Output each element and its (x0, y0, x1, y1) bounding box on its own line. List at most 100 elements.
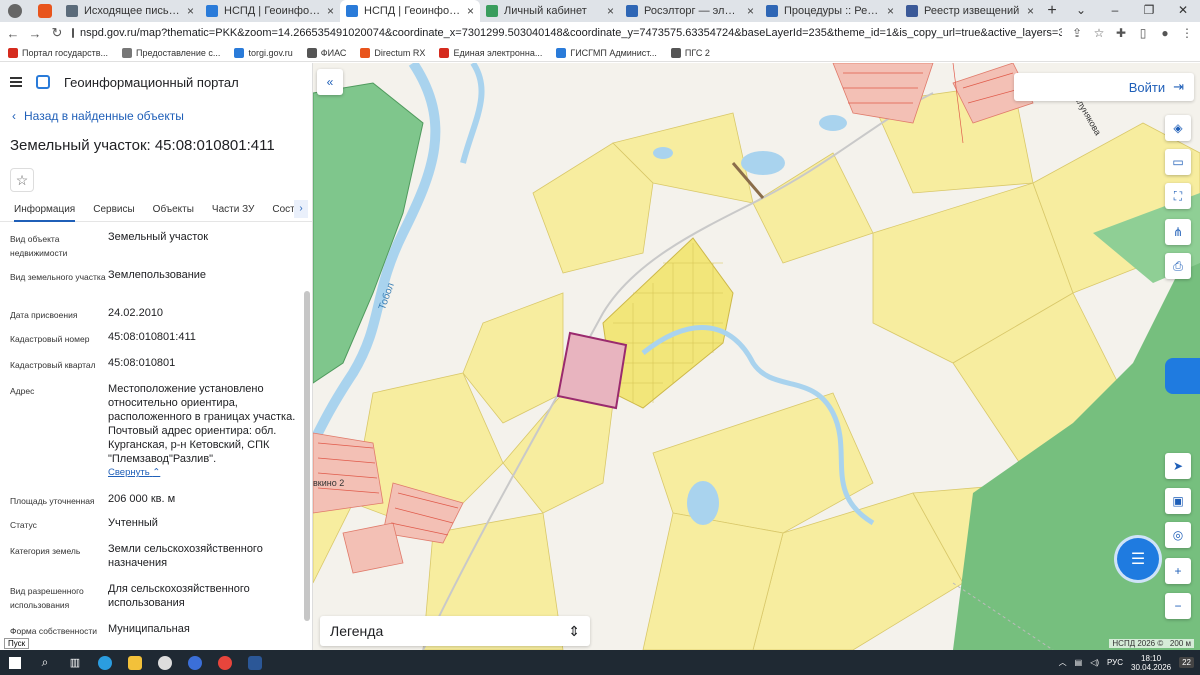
tab-pinned-icon[interactable] (30, 0, 60, 22)
forward-icon[interactable]: → (28, 26, 42, 41)
windows-start-button[interactable] (0, 650, 30, 675)
back-to-results-link[interactable]: ‹ Назад в найденные объекты (0, 101, 312, 131)
info-tab[interactable]: Объекты (153, 204, 194, 221)
browser-tab[interactable]: Росэлторг — электронная то × (620, 0, 760, 22)
share-icon[interactable]: ⇪ (1070, 26, 1084, 40)
info-tab[interactable]: Информация (14, 204, 76, 222)
share-map-button[interactable]: ⋔ (1165, 219, 1191, 245)
layers-button[interactable]: ◈ (1165, 115, 1191, 141)
browser-tab[interactable]: Реестр извещений × (900, 0, 1040, 22)
attribute-label: Вид разрешенного использования (10, 586, 84, 610)
new-tab-button[interactable]: + (1040, 0, 1064, 22)
attribute-value-text: 206 000 кв. м (108, 493, 176, 505)
yandex-button[interactable] (180, 650, 210, 675)
basemap-icon: ▣ (1172, 494, 1184, 508)
word-button[interactable] (240, 650, 270, 675)
bookmark-favicon (8, 47, 18, 58)
bookmark-item[interactable]: Портал государств... (8, 47, 108, 58)
ruler-button[interactable]: ▭ (1165, 149, 1191, 175)
browser-tab[interactable]: Исходящее письмо для ФАС × (60, 0, 200, 22)
chat-button[interactable]: ☰ (1117, 538, 1159, 580)
geolocation-button[interactable]: ◎ (1165, 522, 1191, 548)
favorite-star-icon[interactable]: ☆ (10, 168, 34, 192)
attribute-value: Местоположение установлено относительно … (108, 382, 312, 492)
browser-menu-icon[interactable]: ⋮ (1180, 26, 1194, 40)
app-button[interactable] (150, 650, 180, 675)
attribute-value-text: Земли сельскохозяйственного назначения (108, 543, 263, 569)
attribute-value: 45:08:010801 (108, 356, 312, 382)
info-tab[interactable]: Части ЗУ (212, 204, 254, 221)
profile-icon[interactable]: ● (1158, 26, 1172, 40)
close-tab-icon[interactable]: × (747, 4, 754, 18)
bookmark-item[interactable]: ФИАС (306, 47, 346, 58)
chrome-button[interactable] (210, 650, 240, 675)
close-tab-icon[interactable]: × (187, 4, 194, 18)
notifications-badge[interactable]: 22 (1179, 657, 1194, 668)
sidebar-icon[interactable]: ▯ (1136, 26, 1150, 40)
volume-icon[interactable]: ◁) (1090, 658, 1099, 667)
bookmark-favicon (122, 47, 133, 58)
reload-icon[interactable]: ↻ (50, 25, 64, 41)
login-button[interactable]: Войти ⇥ (1014, 73, 1194, 101)
zoom-out-button[interactable]: − (1165, 593, 1191, 619)
map-canvas (313, 63, 1200, 650)
attribute-value: Землепользование (108, 268, 312, 306)
collapse-link[interactable]: Свернуть ⌃ (108, 466, 296, 480)
locate-button[interactable]: ➤ (1165, 453, 1191, 479)
taskbar: ⌕ ▥ ︿ ▤ ◁) РУС 18:10 30.04.2026 22 (0, 650, 1200, 675)
close-tab-icon[interactable]: × (887, 4, 894, 18)
browser-tab[interactable]: Личный кабинет × (480, 0, 620, 22)
attribute-value: 24.02.2010 (108, 306, 312, 330)
back-icon[interactable]: ← (6, 26, 20, 41)
browser-tab[interactable]: НСПД | Геоинформационный × (200, 0, 340, 22)
basemap-button[interactable]: ▣ (1165, 488, 1191, 514)
bookmark-item[interactable]: ГИСГМП Админист... (556, 47, 657, 58)
panel-scrollbar[interactable] (304, 291, 310, 621)
minus-icon: − (1174, 599, 1182, 613)
close-window-button[interactable]: ✕ (1166, 0, 1200, 20)
tray-chevron-icon[interactable]: ︿ (1059, 657, 1067, 668)
minimize-button[interactable]: – (1098, 0, 1132, 20)
url-field[interactable]: nspd.gov.ru/map?thematic=PKK&zoom=14.266… (72, 27, 1062, 39)
maximize-button[interactable]: ❐ (1132, 0, 1166, 20)
site-info-icon[interactable] (72, 28, 74, 38)
menu-icon[interactable] (10, 77, 22, 87)
bookmark-item[interactable]: Предоставление с... (122, 47, 221, 58)
bookmark-item[interactable]: ПГС 2 (670, 47, 710, 58)
map-view[interactable]: Тобол Шевелунякова вкино 2 « Войти ⇥ ◈ ▭… (313, 63, 1200, 650)
chevron-left-icon: ‹ (12, 109, 16, 123)
zoom-in-button[interactable]: + (1165, 558, 1191, 584)
clock[interactable]: 18:10 30.04.2026 (1131, 654, 1171, 672)
object-title: Земельный участок: 45:08:010801:411 (10, 137, 275, 154)
info-tab[interactable]: Сервисы (93, 204, 134, 221)
tab-search-icon[interactable]: ⌄ (1064, 0, 1098, 20)
network-icon[interactable]: ▤ (1075, 658, 1083, 667)
extensions-icon[interactable]: ✚ (1114, 26, 1128, 40)
select-area-button[interactable]: ⛶ (1165, 183, 1191, 209)
legend-toggle[interactable]: Легенда ⇕ (320, 616, 590, 646)
task-view-button[interactable]: ▥ (60, 650, 90, 675)
search-button[interactable]: ⌕ (30, 650, 60, 675)
lang-indicator[interactable]: РУС (1107, 658, 1123, 667)
tabs-more-chevron-icon[interactable]: › (294, 200, 308, 218)
browser-tab[interactable]: НСПД | Геоинформационный × (340, 0, 480, 22)
explorer-button[interactable] (120, 650, 150, 675)
edge-button[interactable] (90, 650, 120, 675)
close-tab-icon[interactable]: × (1027, 4, 1034, 18)
collapse-panel-button[interactable]: « (317, 69, 343, 95)
bookmark-item[interactable]: torgi.gov.ru (234, 47, 293, 58)
tab-menu-icon[interactable] (0, 0, 30, 22)
portal-logo-icon (36, 75, 50, 89)
browser-tab[interactable]: Процедуры :: Реализация го × (760, 0, 900, 22)
close-tab-icon[interactable]: × (467, 4, 474, 18)
bookmark-star-icon[interactable]: ☆ (1092, 26, 1106, 40)
close-tab-icon[interactable]: × (607, 4, 614, 18)
print-button[interactable]: ⎙ (1165, 253, 1191, 279)
close-tab-icon[interactable]: × (327, 4, 334, 18)
bookmark-item[interactable]: Единая электронна... (439, 47, 542, 58)
side-widget-tab[interactable] (1165, 358, 1200, 394)
attribute-value: 45:08:010801:411 (108, 330, 312, 356)
bookmark-label: Предоставление с... (136, 47, 221, 58)
attribute-row: Вид разрешенного использования Для сельск… (10, 582, 312, 622)
bookmark-item[interactable]: Directum RX (360, 47, 425, 58)
